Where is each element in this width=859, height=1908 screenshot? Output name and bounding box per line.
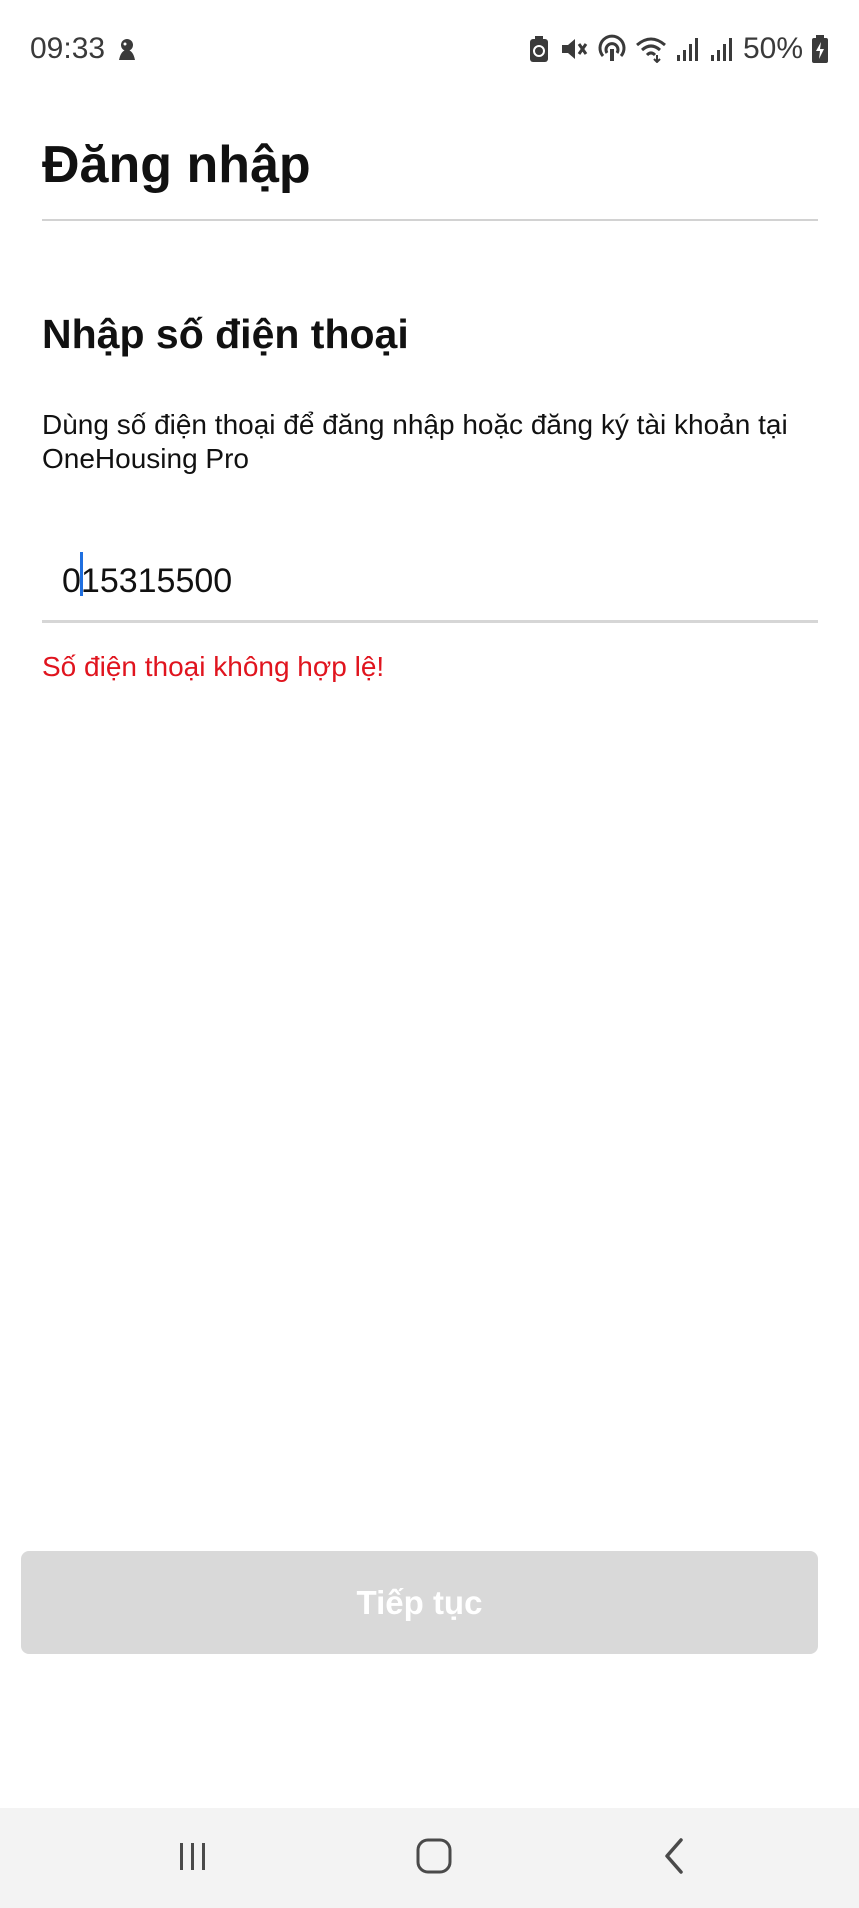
error-message: Số điện thoại không hợp lệ! (42, 651, 385, 682)
signal-icon (675, 35, 701, 63)
input-underline (42, 620, 818, 623)
page-title: Đăng nhập (42, 136, 311, 194)
hotspot-icon (597, 34, 627, 64)
home-button[interactable] (374, 1808, 494, 1908)
recents-icon (175, 1838, 211, 1879)
status-time: 09:33 (30, 32, 106, 65)
status-bar: 09:33 50% (0, 0, 859, 98)
text-caret (80, 552, 83, 596)
navigation-bar (0, 1808, 859, 1908)
battery-icon (811, 34, 829, 64)
status-left: 09:33 (30, 32, 139, 66)
login-screen: 09:33 50% Đăng nhập Nhập số điện thoại D… (0, 0, 859, 1908)
header-divider (42, 219, 818, 221)
phone-field (42, 540, 818, 624)
wifi-icon (635, 35, 667, 63)
battery-saver-icon (527, 34, 551, 64)
mute-icon (559, 35, 589, 63)
back-button[interactable] (615, 1808, 735, 1908)
recents-button[interactable] (133, 1808, 253, 1908)
notification-app-icon (115, 36, 139, 62)
section-title: Nhập số điện thoại (42, 311, 409, 357)
status-right: 50% (527, 32, 829, 66)
signal-icon (709, 35, 735, 63)
continue-button[interactable]: Tiếp tục (21, 1551, 818, 1654)
back-icon (657, 1836, 693, 1881)
description-text: Dùng số điện thoại để đăng nhập hoặc đăn… (42, 409, 788, 474)
phone-input[interactable] (62, 550, 802, 612)
home-icon (414, 1836, 454, 1881)
battery-percentage: 50% (742, 32, 803, 65)
